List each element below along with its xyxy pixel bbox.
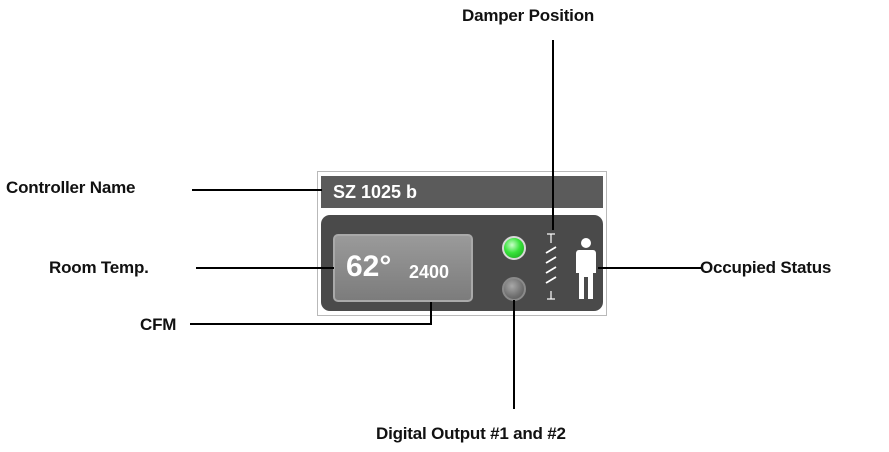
leader-line-cfm-vertical: [430, 302, 432, 325]
digital-output-1-indicator: [502, 236, 526, 260]
temperature-display[interactable]: 62° 2400: [333, 234, 473, 302]
occupied-person-icon: [576, 238, 596, 299]
callout-controller-name: Controller Name: [6, 178, 136, 197]
cfm-value: 2400: [409, 262, 450, 282]
leader-line-digital-output: [513, 300, 515, 409]
digital-output-2-indicator: [502, 277, 526, 301]
leader-line-occupied: [598, 267, 701, 269]
leader-line-damper: [552, 40, 554, 230]
leader-line-room-temp: [196, 267, 334, 269]
leader-line-cfm: [190, 323, 432, 325]
callout-damper-position: Damper Position: [462, 6, 595, 25]
controller-title-bar[interactable]: SZ 1025 b: [321, 176, 603, 208]
room-temp-value: 62°: [346, 250, 392, 283]
callout-cfm: CFM: [140, 315, 177, 334]
diagram-canvas: Controller Name Room Temp. CFM Damper Po…: [0, 0, 889, 452]
leader-line-controller-name: [192, 189, 322, 191]
damper-position-icon: [545, 233, 557, 300]
callout-digital-output: Digital Output #1 and #2: [376, 424, 566, 443]
callout-occupied-status: Occupied Status: [700, 258, 832, 277]
controller-name: SZ 1025 b: [333, 182, 418, 202]
callout-room-temp: Room Temp.: [49, 258, 149, 277]
